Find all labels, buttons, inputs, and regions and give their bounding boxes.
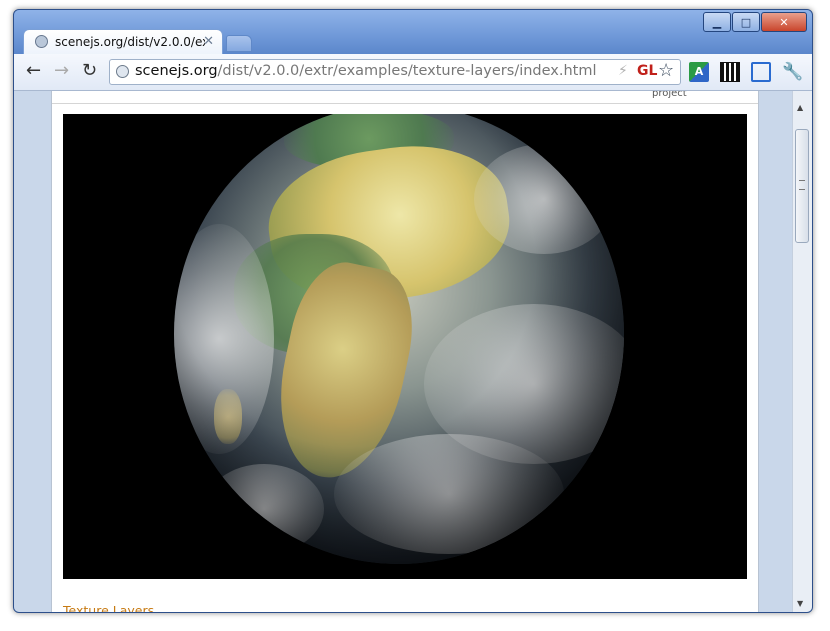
- webgl-badge[interactable]: GL: [637, 63, 657, 79]
- url-text: scenejs.org/dist/v2.0.0/extr/examples/te…: [135, 63, 597, 79]
- back-arrow-icon[interactable]: ←: [26, 61, 41, 81]
- title-bar: ▁ □ ✕ scenejs.org/dist/v2.0.0/extr/ ✕: [14, 10, 812, 55]
- screen-capture-icon[interactable]: [751, 62, 771, 82]
- translate-icon[interactable]: A: [689, 62, 709, 82]
- tab-close-icon[interactable]: ✕: [203, 34, 214, 49]
- globe-shading: [174, 114, 624, 564]
- scroll-thumb[interactable]: [795, 129, 809, 243]
- window-controls: ▁ □ ✕: [702, 12, 807, 32]
- bookmark-star-icon[interactable]: ☆: [658, 60, 674, 81]
- browser-window: ▁ □ ✕ scenejs.org/dist/v2.0.0/extr/ ✕ ← …: [13, 9, 813, 613]
- wrench-icon[interactable]: 🔧: [782, 62, 803, 82]
- webgl-canvas[interactable]: [63, 114, 747, 579]
- vertical-scrollbar[interactable]: ▲ ▼: [792, 91, 812, 612]
- minimize-button[interactable]: ▁: [703, 12, 731, 32]
- project-link[interactable]: project: [652, 91, 687, 99]
- grip-icon: [799, 180, 805, 190]
- close-window-button[interactable]: ✕: [761, 12, 807, 32]
- address-bar[interactable]: scenejs.org/dist/v2.0.0/extr/examples/te…: [109, 59, 681, 85]
- tab-title: scenejs.org/dist/v2.0.0/extr/: [55, 35, 205, 49]
- page-viewport: project Texture Layers: [14, 91, 792, 612]
- tab-active[interactable]: scenejs.org/dist/v2.0.0/extr/ ✕: [23, 29, 223, 55]
- scroll-up-icon[interactable]: ▲: [797, 103, 803, 112]
- scroll-down-icon[interactable]: ▼: [797, 599, 803, 608]
- url-path: /dist/v2.0.0/extr/examples/texture-layer…: [217, 63, 597, 79]
- header-divider: [52, 103, 758, 104]
- globe-icon: [35, 35, 48, 48]
- qr-code-icon[interactable]: [720, 62, 740, 82]
- lightning-icon: ⚡: [618, 63, 628, 79]
- new-tab-button[interactable]: [226, 35, 252, 52]
- earth-globe: [174, 114, 624, 564]
- browser-toolbar: ← → ↻ scenejs.org/dist/v2.0.0/extr/examp…: [14, 54, 812, 91]
- maximize-button[interactable]: □: [732, 12, 760, 32]
- example-caption[interactable]: Texture Layers: [63, 603, 154, 612]
- url-host: scenejs.org: [135, 63, 218, 79]
- forward-arrow-icon[interactable]: →: [54, 61, 69, 81]
- page-body: project Texture Layers: [51, 91, 759, 612]
- globe-icon: [116, 65, 129, 78]
- reload-icon[interactable]: ↻: [82, 61, 97, 81]
